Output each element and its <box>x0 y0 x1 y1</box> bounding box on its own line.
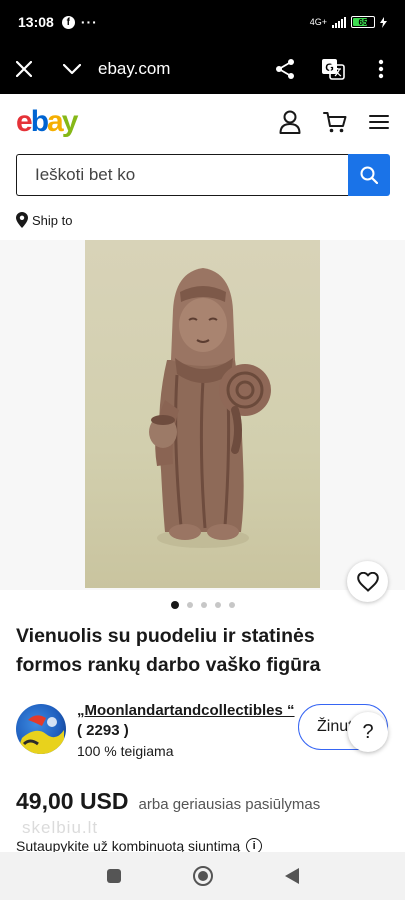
network-type: 4G+ <box>309 17 327 27</box>
charging-icon <box>380 16 387 28</box>
signal-icon <box>332 16 346 28</box>
menu-icon[interactable] <box>369 114 389 130</box>
ship-to-link[interactable]: Ship to <box>16 212 72 228</box>
more-notifications-icon: ··· <box>80 14 98 30</box>
status-time: 13:08 <box>18 14 54 30</box>
search-bar <box>16 154 390 196</box>
more-options-button[interactable] <box>357 44 405 94</box>
heart-icon <box>356 571 379 592</box>
share-button[interactable] <box>261 44 309 94</box>
header-actions <box>279 110 389 134</box>
carousel-dot[interactable] <box>228 602 235 608</box>
logo-letter-e: e <box>16 105 33 138</box>
ship-to-label: Ship to <box>32 212 73 228</box>
cart-icon[interactable] <box>323 110 347 134</box>
battery-level: 65 <box>358 17 368 27</box>
logo-letter-a: a <box>47 105 64 138</box>
account-icon[interactable] <box>279 110 301 134</box>
url-display[interactable]: ebay.com <box>96 59 261 79</box>
monk-figurine-image <box>149 268 271 548</box>
close-icon <box>16 61 32 77</box>
minimize-button[interactable] <box>48 44 96 94</box>
logo-letter-b: b <box>30 105 49 138</box>
system-navigation-bar <box>0 852 405 900</box>
seller-name-link[interactable]: „Moonlandartandcollectibles “ <box>77 702 295 719</box>
seller-feedback-count: ( 2293 ) <box>77 722 129 739</box>
translate-button[interactable]: G <box>309 44 357 94</box>
carousel-dot[interactable] <box>170 601 179 609</box>
back-icon[interactable] <box>284 867 300 885</box>
carousel-dot[interactable] <box>200 602 207 608</box>
add-to-watchlist-button[interactable] <box>347 561 388 602</box>
more-vert-icon <box>378 59 384 79</box>
facebook-notification-icon: f <box>61 15 75 29</box>
share-icon <box>276 59 294 79</box>
browser-toolbar: ebay.com G <box>0 44 405 94</box>
search-icon <box>360 166 378 184</box>
site-header: ebay <box>0 94 405 150</box>
search-button[interactable] <box>348 154 390 196</box>
seller-feedback-percent: 100 % teigiama <box>77 743 174 759</box>
seller-avatar[interactable] <box>16 704 66 754</box>
product-image-carousel[interactable] <box>0 240 405 590</box>
ebay-logo[interactable]: ebay <box>16 105 79 139</box>
best-offer-note: arba geriausias pasiūlymas <box>138 796 321 813</box>
search-input[interactable] <box>16 154 348 196</box>
close-tab-button[interactable] <box>0 44 48 94</box>
chevron-down-icon <box>63 63 81 74</box>
product-photo[interactable] <box>85 240 320 588</box>
home-icon[interactable] <box>192 865 214 887</box>
carousel-dot[interactable] <box>186 602 193 608</box>
location-pin-icon <box>16 212 28 228</box>
seller-info: „Moonlandartandcollectibles “ ( 2293 ) 1… <box>16 702 396 762</box>
watermark: skelbiu.lt <box>22 818 99 837</box>
help-icon: ? <box>362 720 374 743</box>
item-price: 49,00 USD <box>16 788 129 814</box>
price-row: 49,00 USD arba geriausias pasiūlymas <box>16 788 320 815</box>
recent-apps-icon[interactable] <box>106 868 122 884</box>
carousel-indicator <box>0 601 405 609</box>
item-title: Vienuolis su puodeliu ir statinės formos… <box>16 625 321 676</box>
status-right: 4G+ 65 <box>310 16 387 28</box>
seller-avatar-image <box>16 715 64 754</box>
battery-icon: 65 <box>351 16 375 28</box>
status-bar: 13:08 f ··· 4G+ 65 <box>0 0 405 44</box>
carousel-dot[interactable] <box>214 602 221 608</box>
help-button[interactable]: ? <box>348 712 388 752</box>
translate-icon: G <box>322 59 345 80</box>
logo-letter-y: y <box>61 105 79 138</box>
